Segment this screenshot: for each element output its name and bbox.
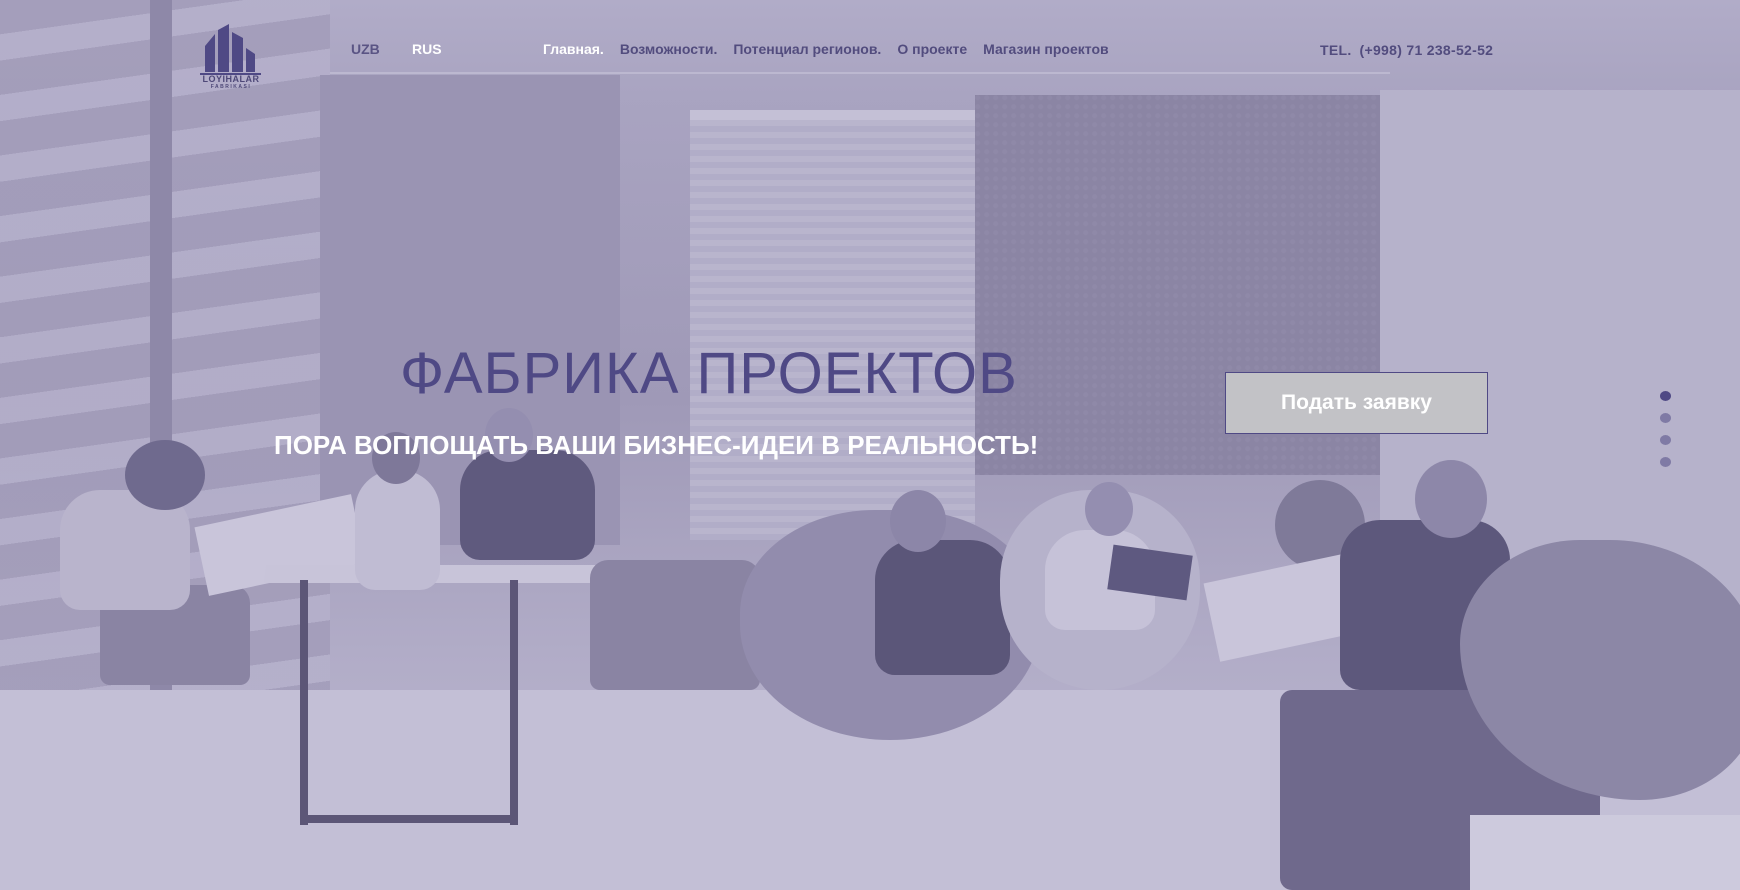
slider-dot[interactable] [1660,457,1671,467]
nav-item-home: Главная. [543,41,604,59]
nav-link-about[interactable]: О проекте [897,41,967,57]
nav-item-features: Возможности. [620,41,718,59]
nav-item-shop: Магазин проектов [983,41,1109,59]
slider-dot[interactable] [1660,413,1671,423]
person-seated [460,450,595,560]
table-base [300,815,518,823]
phone-number: (+998) 71 238-52-52 [1359,42,1494,58]
submit-application-button[interactable]: Подать заявку [1225,372,1488,434]
phone-prefix: TEL. [1320,42,1352,58]
chair [590,560,760,690]
hero-title: ФАБРИКА ПРОЕКТОВ [400,341,1018,406]
person-seated [355,470,440,590]
phone-contact[interactable]: TEL. (+998) 71 238-52-52 [1320,42,1493,58]
person-head [1415,460,1487,538]
ceiling-edge [330,72,1390,74]
language-uzb-link[interactable]: UZB [351,41,380,57]
person-head [125,440,205,510]
nav-item-about: О проекте [897,41,967,59]
person-head [1085,482,1133,536]
table-leg [300,580,308,825]
table-leg [510,580,518,825]
slider-pagination [1660,391,1671,467]
slider-dot[interactable] [1660,391,1671,401]
nav-link-home[interactable]: Главная. [543,41,604,57]
slider-dot[interactable] [1660,435,1671,445]
person-head [890,490,946,552]
nav-link-shop[interactable]: Магазин проектов [983,41,1109,57]
planter [1470,815,1740,890]
nav-link-features[interactable]: Возможности. [620,41,718,57]
nav-link-regions[interactable]: Потенциал регионов. [733,41,881,57]
logo-text: LOYIHALAR FABRIKASI [197,75,265,91]
language-rus-link[interactable]: RUS [412,41,442,57]
main-nav: Главная. Возможности. Потенциал регионов… [543,41,1109,59]
roller-blind [690,110,975,540]
nav-item-regions: Потенциал регионов. [733,41,881,59]
logo-subtitle: FABRIKASI [210,84,252,90]
person-seated [875,540,1010,675]
hero-subtitle: ПОРА ВОПЛОЩАТЬ ВАШИ БИЗНЕС-ИДЕИ В РЕАЛЬН… [274,430,1039,460]
